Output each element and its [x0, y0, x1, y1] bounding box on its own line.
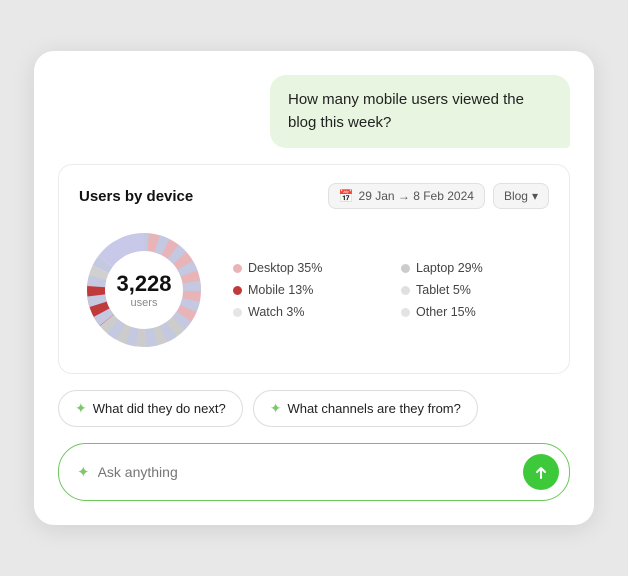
legend: Desktop 35% Laptop 29% Mobile 13% Tablet… [233, 261, 549, 319]
total-users-label: users [116, 297, 171, 309]
donut-chart: 3,228 users [79, 225, 209, 355]
legend-dot-watch [233, 308, 242, 317]
ask-input[interactable] [98, 464, 515, 480]
legend-dot-other [401, 308, 410, 317]
sparkle-icon-1: ✦ [75, 400, 87, 417]
analytics-header: Users by device 📅 29 Jan → 8 Feb 2024 Bl… [79, 183, 549, 209]
legend-dot-desktop [233, 264, 242, 273]
total-users-number: 3,228 [116, 271, 171, 297]
legend-item-watch: Watch 3% [233, 305, 381, 319]
analytics-title: Users by device [79, 188, 193, 205]
legend-label-other: Other 15% [416, 305, 476, 319]
legend-dot-mobile [233, 286, 242, 295]
analytics-card: Users by device 📅 29 Jan → 8 Feb 2024 Bl… [58, 164, 570, 374]
legend-label-mobile: Mobile 13% [248, 283, 313, 297]
blog-filter-badge[interactable]: Blog ▾ [493, 183, 549, 209]
blog-filter-label: Blog [504, 189, 528, 203]
suggestion-btn-channels[interactable]: ✦ What channels are they from? [253, 390, 478, 427]
sparkle-icon-2: ✦ [270, 400, 282, 417]
legend-label-tablet: Tablet 5% [416, 283, 471, 297]
suggestion-label-2: What channels are they from? [287, 401, 460, 416]
input-sparkle-icon: ✦ [77, 463, 90, 481]
legend-label-laptop: Laptop 29% [416, 261, 483, 275]
legend-item-mobile: Mobile 13% [233, 283, 381, 297]
analytics-controls: 📅 29 Jan → 8 Feb 2024 Blog ▾ [328, 183, 549, 209]
send-button[interactable] [523, 454, 559, 490]
legend-item-other: Other 15% [401, 305, 549, 319]
chat-bubble-row: How many mobile users viewed the blog th… [58, 75, 570, 148]
legend-dot-laptop [401, 264, 410, 273]
chat-bubble: How many mobile users viewed the blog th… [270, 75, 570, 148]
legend-label-watch: Watch 3% [248, 305, 305, 319]
main-card: How many mobile users viewed the blog th… [34, 51, 594, 525]
ask-input-area: ✦ [58, 443, 570, 501]
suggestion-btn-next[interactable]: ✦ What did they do next? [58, 390, 243, 427]
date-range-text: 29 Jan → 8 Feb 2024 [359, 189, 474, 203]
suggestion-label-1: What did they do next? [93, 401, 226, 416]
legend-dot-tablet [401, 286, 410, 295]
chart-area: 3,228 users Desktop 35% Laptop 29% Mobil… [79, 225, 549, 355]
date-badge[interactable]: 📅 29 Jan → 8 Feb 2024 [328, 183, 485, 209]
legend-item-tablet: Tablet 5% [401, 283, 549, 297]
legend-item-laptop: Laptop 29% [401, 261, 549, 275]
legend-item-desktop: Desktop 35% [233, 261, 381, 275]
calendar-icon: 📅 [339, 189, 354, 203]
suggestions-row: ✦ What did they do next? ✦ What channels… [58, 390, 570, 427]
chevron-down-icon: ▾ [532, 189, 538, 203]
donut-center: 3,228 users [116, 271, 171, 309]
legend-label-desktop: Desktop 35% [248, 261, 322, 275]
